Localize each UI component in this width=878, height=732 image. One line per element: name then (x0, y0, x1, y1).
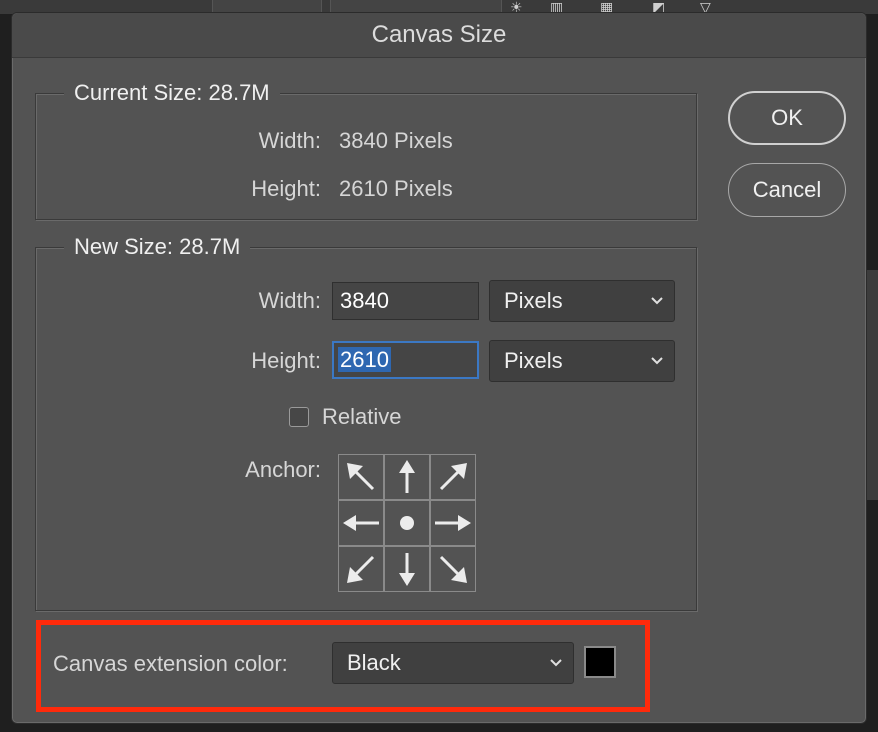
highlight-box (36, 620, 650, 712)
current-height-value: 2610 Pixels (339, 176, 453, 201)
new-height-label: Height: (251, 348, 321, 373)
anchor-bottom-right[interactable] (430, 546, 476, 592)
ok-button[interactable]: OK (728, 91, 846, 145)
cancel-button[interactable]: Cancel (728, 163, 846, 217)
chevron-down-icon (651, 297, 663, 305)
current-width-value: 3840 Pixels (339, 128, 453, 153)
current-size-legend: Current Size: 28.7M (64, 79, 280, 107)
anchor-label: Anchor: (245, 457, 321, 482)
relative-label[interactable]: Relative (322, 403, 401, 431)
anchor-dot-icon (400, 516, 414, 530)
anchor-left[interactable] (338, 500, 384, 546)
width-unit-value: Pixels (504, 288, 563, 313)
canvas-size-dialog: Canvas Size Current Size: 28.7M Width: 3… (11, 12, 867, 724)
current-height-label: Height: (251, 176, 321, 201)
height-input-value: 2610 (338, 347, 391, 372)
anchor-top-right[interactable] (430, 454, 476, 500)
arrow-up-icon (399, 460, 415, 493)
width-input[interactable]: 3840 (332, 282, 479, 320)
anchor-bottom[interactable] (384, 546, 430, 592)
anchor-top-left[interactable] (338, 454, 384, 500)
arrow-down-left-icon (347, 555, 375, 583)
arrow-down-icon (399, 553, 415, 586)
dialog-title: Canvas Size (12, 13, 866, 58)
height-input[interactable]: 2610 (332, 341, 479, 379)
height-unit-select[interactable]: Pixels (489, 340, 675, 382)
arrow-down-right-icon (439, 555, 467, 583)
anchor-top[interactable] (384, 454, 430, 500)
arrow-up-left-icon (347, 463, 375, 491)
new-size-legend: New Size: 28.7M (64, 233, 251, 261)
anchor-right[interactable] (430, 500, 476, 546)
width-input-value: 3840 (340, 288, 389, 313)
chevron-down-icon (651, 357, 663, 365)
height-unit-value: Pixels (504, 348, 563, 373)
new-width-label: Width: (258, 288, 321, 313)
arrow-up-right-icon (439, 463, 467, 491)
arrow-left-icon (343, 515, 379, 531)
anchor-grid (338, 454, 476, 592)
relative-checkbox[interactable] (289, 407, 309, 427)
anchor-center[interactable] (384, 500, 430, 546)
anchor-bottom-left[interactable] (338, 546, 384, 592)
new-size-group: New Size: 28.7M Width: 3840 Pixels Heigh… (35, 233, 697, 611)
width-unit-select[interactable]: Pixels (489, 280, 675, 322)
arrow-right-icon (435, 515, 471, 531)
current-size-group: Current Size: 28.7M Width: 3840 Pixels H… (35, 79, 697, 220)
current-width-label: Width: (258, 128, 321, 153)
